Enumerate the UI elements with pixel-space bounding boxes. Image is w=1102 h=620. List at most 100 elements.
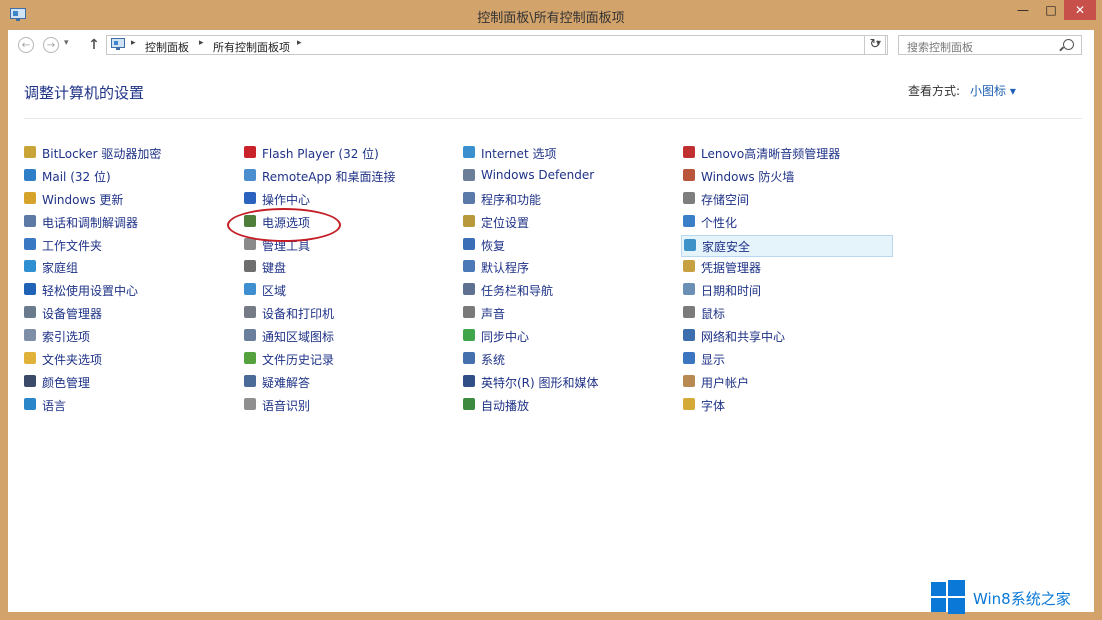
control-panel-item[interactable]: 键盘 bbox=[244, 257, 459, 280]
control-panel-item[interactable]: 轻松使用设置中心 bbox=[24, 280, 239, 303]
control-panel-item[interactable]: 个性化 bbox=[683, 212, 898, 235]
control-panel-item[interactable]: 同步中心 bbox=[463, 326, 678, 349]
breadcrumb-separator-icon[interactable]: ▸ bbox=[297, 38, 302, 48]
search-input[interactable]: 搜索控制面板 bbox=[898, 35, 1082, 55]
recent-locations-dropdown-icon[interactable]: ▾ bbox=[64, 38, 69, 48]
control-panel-item[interactable]: 文件夹选项 bbox=[24, 349, 239, 372]
keyboard-icon bbox=[244, 260, 256, 273]
control-panel-item[interactable]: 网络和共享中心 bbox=[683, 326, 898, 349]
forward-button[interactable]: → bbox=[43, 37, 59, 53]
control-panel-item[interactable]: 任务栏和导航 bbox=[463, 280, 678, 303]
control-panel-item[interactable]: 恢复 bbox=[463, 235, 678, 258]
control-panel-item[interactable]: 疑难解答 bbox=[244, 372, 459, 395]
item-label: 日期和时间 bbox=[701, 284, 762, 299]
item-label: 程序和功能 bbox=[481, 192, 542, 207]
windows-update-icon bbox=[24, 191, 36, 204]
control-panel-item[interactable]: 默认程序 bbox=[463, 257, 678, 280]
folder-options-icon bbox=[24, 352, 36, 365]
item-label: 声音 bbox=[481, 307, 506, 322]
item-label: Internet 选项 bbox=[481, 147, 557, 161]
item-label: 文件历史记录 bbox=[262, 353, 335, 368]
item-label: 颜色管理 bbox=[42, 375, 91, 390]
bitlocker-icon bbox=[24, 146, 36, 158]
item-label: 通知区域图标 bbox=[262, 330, 335, 345]
control-panel-item[interactable]: Windows 更新 bbox=[24, 189, 239, 212]
control-panel-item[interactable]: Lenovo高清晰音频管理器 bbox=[683, 143, 898, 166]
search-icon[interactable] bbox=[1063, 39, 1074, 50]
view-by-dropdown[interactable]: 小图标 ▾ bbox=[970, 82, 1016, 99]
fonts-icon bbox=[683, 397, 695, 410]
page-title: 调整计算机的设置 bbox=[24, 84, 145, 102]
control-panel-item[interactable]: 语言 bbox=[24, 395, 239, 418]
network-sharing-icon bbox=[683, 329, 695, 342]
credential-manager-icon bbox=[683, 260, 695, 273]
control-panel-item[interactable]: 定位设置 bbox=[463, 212, 678, 235]
control-panel-item[interactable]: 字体 bbox=[683, 395, 898, 418]
control-panel-item[interactable]: Flash Player (32 位) bbox=[244, 143, 459, 166]
control-panel-item[interactable]: 用户帐户 bbox=[683, 372, 898, 395]
maximize-button[interactable]: □ bbox=[1038, 0, 1064, 20]
breadcrumb-separator-icon[interactable]: ▸ bbox=[131, 38, 136, 48]
region-icon bbox=[244, 283, 256, 296]
window-content: ← → ▾ ↑ ▸ 控制面板 ▸ 所有控制面板项 ▸ ▾ ↻ 搜索控制面板 调整… bbox=[8, 30, 1094, 612]
minimize-button[interactable]: — bbox=[1008, 0, 1038, 20]
control-panel-item[interactable]: 颜色管理 bbox=[24, 372, 239, 395]
control-panel-item[interactable]: 区域 bbox=[244, 280, 459, 303]
up-button[interactable]: ↑ bbox=[86, 37, 102, 53]
control-panel-item[interactable]: 语音识别 bbox=[244, 395, 459, 418]
control-panel-item[interactable]: 英特尔(R) 图形和媒体 bbox=[463, 372, 678, 395]
control-panel-item[interactable]: 设备和打印机 bbox=[244, 303, 459, 326]
control-panel-item[interactable]: 家庭安全 bbox=[681, 234, 893, 258]
control-panel-item[interactable]: 设备管理器 bbox=[24, 303, 239, 326]
control-panel-item[interactable]: 鼠标 bbox=[683, 303, 898, 326]
control-panel-item[interactable]: Windows Defender bbox=[463, 166, 678, 189]
control-panel-item[interactable]: RemoteApp 和桌面连接 bbox=[244, 166, 459, 189]
breadcrumb-control-panel[interactable]: 控制面板 bbox=[145, 39, 189, 55]
control-panel-item[interactable]: 显示 bbox=[683, 349, 898, 372]
control-panel-item[interactable]: 通知区域图标 bbox=[244, 326, 459, 349]
item-label: 轻松使用设置中心 bbox=[42, 284, 139, 299]
control-panel-item[interactable]: 系统 bbox=[463, 349, 678, 372]
close-button[interactable]: ✕ bbox=[1064, 0, 1096, 20]
action-center-flag-icon bbox=[244, 191, 256, 204]
intel-graphics-icon bbox=[463, 374, 475, 387]
control-panel-item[interactable]: 工作文件夹 bbox=[24, 235, 239, 258]
mouse-icon bbox=[683, 306, 695, 319]
control-panel-item[interactable]: 凭据管理器 bbox=[683, 257, 898, 280]
control-panel-item[interactable]: 日期和时间 bbox=[683, 280, 898, 303]
header-divider bbox=[24, 118, 1082, 119]
breadcrumb-separator-icon[interactable]: ▸ bbox=[199, 38, 204, 48]
control-panel-item[interactable]: Internet 选项 bbox=[463, 143, 678, 166]
item-label: Windows 更新 bbox=[42, 192, 124, 207]
indexing-icon bbox=[24, 329, 36, 342]
item-label: Mail (32 位) bbox=[42, 169, 111, 184]
refresh-button[interactable]: ↻ bbox=[864, 35, 886, 55]
item-label: 家庭组 bbox=[42, 261, 79, 276]
sync-center-icon bbox=[463, 329, 475, 342]
control-panel-item[interactable]: 家庭组 bbox=[24, 257, 239, 280]
control-panel-item[interactable]: 电话和调制解调器 bbox=[24, 212, 239, 235]
windows-defender-icon bbox=[463, 168, 475, 181]
control-panel-item[interactable]: 索引选项 bbox=[24, 326, 239, 349]
control-panel-item[interactable]: 文件历史记录 bbox=[244, 349, 459, 372]
control-panel-item[interactable]: 自动播放 bbox=[463, 395, 678, 418]
taskbar-navigation-icon bbox=[463, 283, 475, 296]
windows-firewall-icon bbox=[683, 168, 695, 181]
item-label: 显示 bbox=[701, 353, 726, 368]
address-bar[interactable]: ▸ 控制面板 ▸ 所有控制面板项 ▸ ▾ bbox=[106, 35, 888, 55]
remoteapp-icon bbox=[244, 168, 256, 181]
sound-icon bbox=[463, 306, 475, 319]
ease-of-access-icon bbox=[24, 283, 36, 296]
internet-options-icon bbox=[463, 146, 475, 158]
control-panel-item[interactable]: 声音 bbox=[463, 303, 678, 326]
breadcrumb-all-items[interactable]: 所有控制面板项 bbox=[213, 39, 290, 55]
control-panel-item[interactable]: Mail (32 位) bbox=[24, 166, 239, 189]
control-panel-item[interactable]: BitLocker 驱动器加密 bbox=[24, 143, 239, 166]
mail-icon bbox=[24, 168, 36, 181]
date-time-icon bbox=[683, 283, 695, 296]
control-panel-item[interactable]: Windows 防火墙 bbox=[683, 166, 898, 189]
title-bar[interactable]: 控制面板\所有控制面板项 — □ ✕ bbox=[0, 0, 1102, 30]
control-panel-item[interactable]: 存储空间 bbox=[683, 189, 898, 212]
back-button[interactable]: ← bbox=[18, 37, 34, 53]
control-panel-item[interactable]: 程序和功能 bbox=[463, 189, 678, 212]
